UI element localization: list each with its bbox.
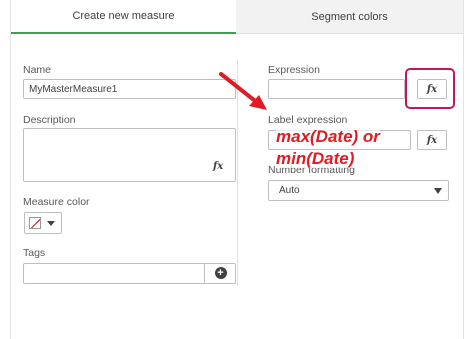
plus-circle-icon: + <box>214 267 227 279</box>
number-formatting-select[interactable]: Auto <box>268 180 449 201</box>
fx-highlight-box <box>405 68 455 109</box>
name-input[interactable]: MyMasterMeasure1 <box>23 79 236 99</box>
dropdown-caret-icon <box>434 188 442 194</box>
description-input[interactable] <box>23 128 236 182</box>
measure-color-label: Measure color <box>23 196 90 208</box>
add-tag-button[interactable]: + <box>204 263 236 283</box>
tab-bar: Create new measure Segment colors <box>11 0 463 34</box>
expression-input[interactable] <box>268 79 405 99</box>
label-expression-fx-button[interactable]: fx <box>417 130 447 150</box>
description-fx-icon[interactable]: fx <box>213 161 223 172</box>
tab-segment-colors[interactable]: Segment colors <box>236 0 463 34</box>
annotation-arrow-icon <box>219 72 267 110</box>
expression-label: Expression <box>268 64 320 76</box>
annotation-line-1: max(Date) or <box>276 127 380 146</box>
number-formatting-value: Auto <box>279 185 300 196</box>
color-swatch-icon <box>29 217 41 229</box>
name-label: Name <box>23 64 52 76</box>
annotation-line-2: min(Date) <box>276 149 355 168</box>
label-expression-label: Label expression <box>268 114 348 126</box>
tags-label: Tags <box>23 247 46 259</box>
description-label: Description <box>23 114 76 126</box>
chevron-down-icon <box>47 220 55 226</box>
tab-create-new-measure[interactable]: Create new measure <box>11 0 236 34</box>
measure-color-picker[interactable] <box>24 212 62 234</box>
